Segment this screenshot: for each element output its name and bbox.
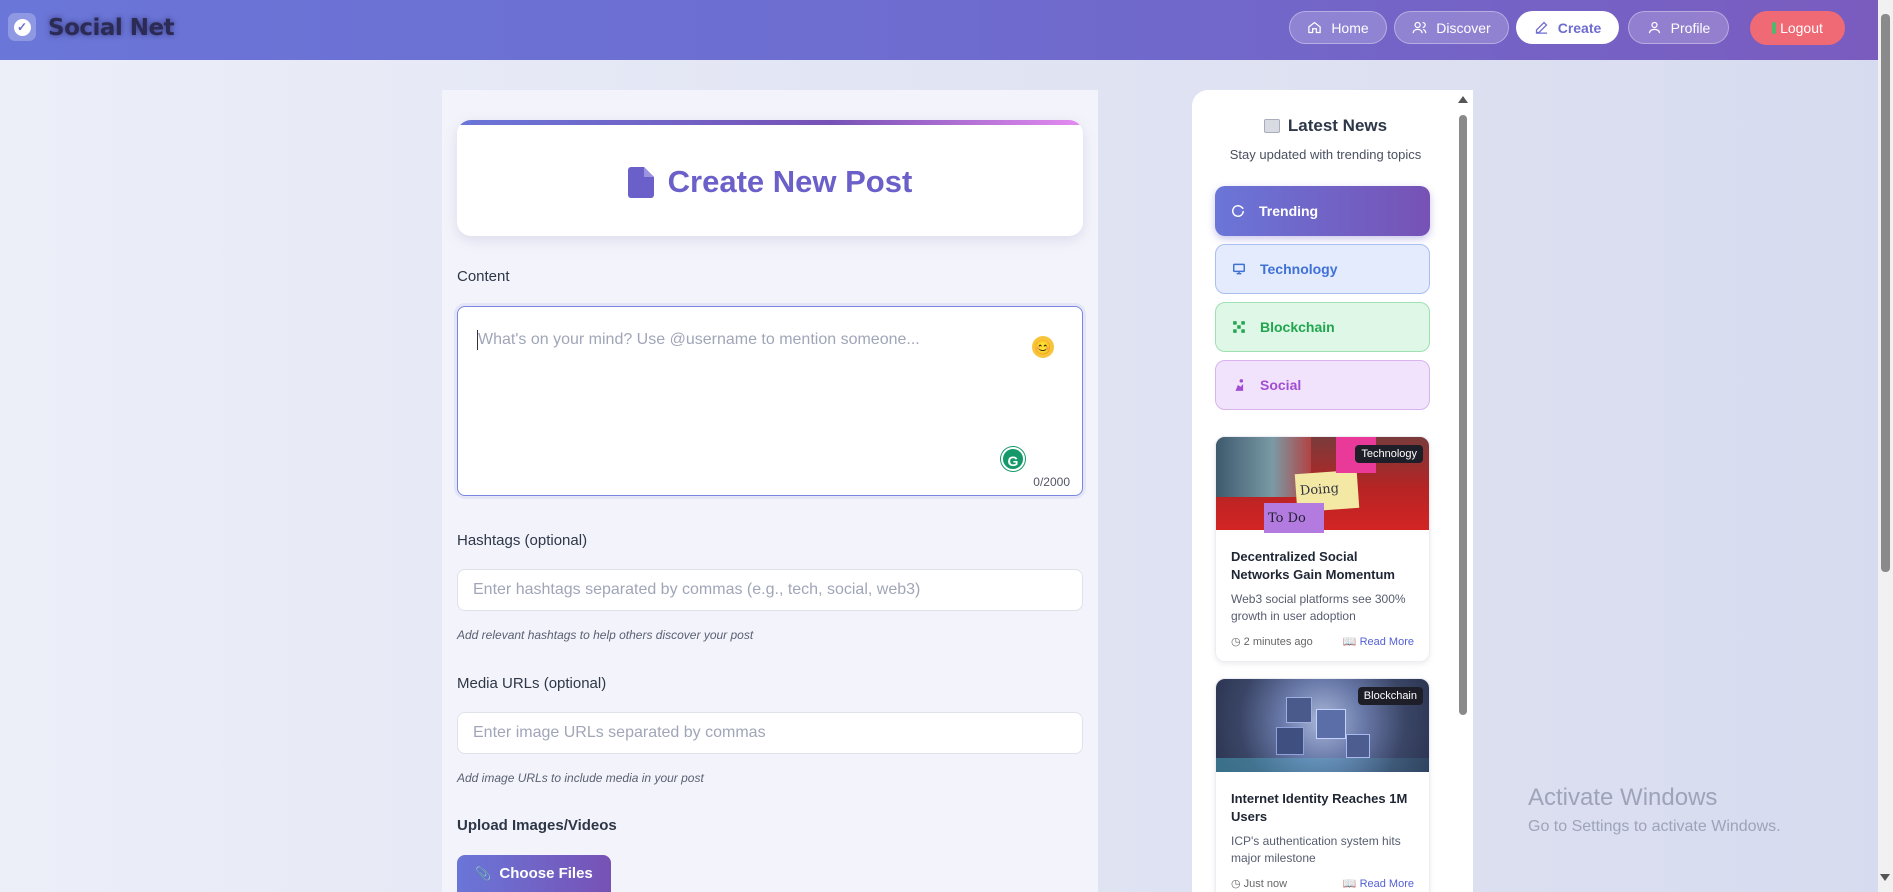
upload-label: Upload Images/Videos xyxy=(457,817,617,834)
choose-files-button[interactable]: 📎 Choose Files xyxy=(457,855,611,892)
category-technology[interactable]: Technology xyxy=(1215,244,1430,294)
document-icon xyxy=(627,166,654,198)
news-image: Blockchain xyxy=(1216,679,1429,772)
brand-name[interactable]: Social Net xyxy=(48,15,175,41)
read-more-link[interactable]: 📖 Read More xyxy=(1343,635,1414,648)
blocks-icon xyxy=(1233,321,1245,333)
category-trending[interactable]: Trending xyxy=(1215,186,1430,236)
content-placeholder: What's on your mind? Use @username to me… xyxy=(478,331,920,348)
grammarly-icon[interactable]: G xyxy=(1001,447,1025,471)
home-icon xyxy=(1308,21,1322,34)
news-headline: Decentralized Social Networks Gain Momen… xyxy=(1231,549,1395,582)
page-scrollbar[interactable] xyxy=(1878,0,1893,892)
news-sidebar: Latest News Stay updated with trending t… xyxy=(1192,90,1473,892)
hashtags-input[interactable]: Enter hashtags separated by commas (e.g.… xyxy=(457,569,1083,611)
news-summary: ICP's authentication system hits major m… xyxy=(1231,834,1401,865)
nav-home-button[interactable]: Home xyxy=(1289,11,1387,44)
logout-button[interactable]: Logout xyxy=(1750,11,1845,45)
media-urls-hint: Add image URLs to include media in your … xyxy=(457,771,704,785)
nav-discover-button[interactable]: Discover xyxy=(1394,11,1509,44)
media-urls-label: Media URLs (optional) xyxy=(457,675,607,692)
category-blockchain[interactable]: Blockchain xyxy=(1215,302,1430,352)
character-counter: 0/2000 xyxy=(1033,475,1070,489)
news-summary: Web3 social platforms see 300% growth in… xyxy=(1231,592,1406,623)
hashtags-hint: Add relevant hashtags to help others dis… xyxy=(457,628,754,642)
news-card[interactable]: Blockchain Internet Identity Reaches 1M … xyxy=(1215,678,1430,892)
news-tag: Technology xyxy=(1355,445,1423,463)
news-tag: Blockchain xyxy=(1357,687,1423,705)
read-more-link[interactable]: 📖 Read More xyxy=(1343,877,1414,890)
nav-create-button[interactable]: Create xyxy=(1516,11,1619,44)
news-time: ◷ Just now xyxy=(1231,878,1288,890)
user-icon xyxy=(1648,21,1660,34)
hashtags-label: Hashtags (optional) xyxy=(457,532,588,549)
news-title: Latest News xyxy=(1287,116,1388,135)
users-icon xyxy=(1412,21,1427,34)
monitor-icon xyxy=(1233,263,1245,275)
news-headline: Internet Identity Reaches 1M Users xyxy=(1231,791,1408,824)
top-navbar: ✓ Social Net Home Discover Create Profil… xyxy=(0,0,1880,60)
news-time: ◷ 2 minutes ago xyxy=(1231,636,1313,648)
media-urls-input[interactable]: Enter image URLs separated by commas xyxy=(457,712,1083,754)
content-textarea[interactable]: What's on your mind? Use @username to me… xyxy=(457,306,1083,496)
emoji-picker-icon[interactable]: 😊 xyxy=(1032,336,1054,358)
category-social[interactable]: Social xyxy=(1215,360,1430,410)
news-card[interactable]: Doing To Do Technology Decentralized Soc… xyxy=(1215,436,1430,662)
create-post-header: Create New Post xyxy=(457,120,1083,236)
people-icon xyxy=(1235,379,1244,391)
scroll-down-arrow-icon[interactable] xyxy=(1880,874,1890,881)
logo-icon[interactable]: ✓ xyxy=(8,13,36,41)
news-subtitle: Stay updated with trending topics xyxy=(1229,147,1422,162)
logout-icon xyxy=(1772,22,1777,34)
page-title: Create New Post xyxy=(667,164,913,199)
edit-icon xyxy=(1535,21,1548,34)
page-scroll-thumb[interactable] xyxy=(1881,14,1890,572)
windows-activation-watermark: Activate Windows Go to Settings to activ… xyxy=(1528,784,1781,835)
news-scrollbar[interactable] xyxy=(1455,92,1471,890)
refresh-icon xyxy=(1232,205,1244,217)
news-scroll-thumb[interactable] xyxy=(1459,115,1467,715)
scroll-up-arrow-icon[interactable] xyxy=(1458,96,1468,103)
news-image: Doing To Do Technology xyxy=(1216,437,1429,533)
upload-icon: 📎 xyxy=(475,865,492,881)
content-label: Content xyxy=(457,268,510,285)
header-accent-bar xyxy=(457,120,1083,125)
nav-profile-button[interactable]: Profile xyxy=(1628,11,1729,44)
newspaper-icon xyxy=(1263,119,1280,133)
